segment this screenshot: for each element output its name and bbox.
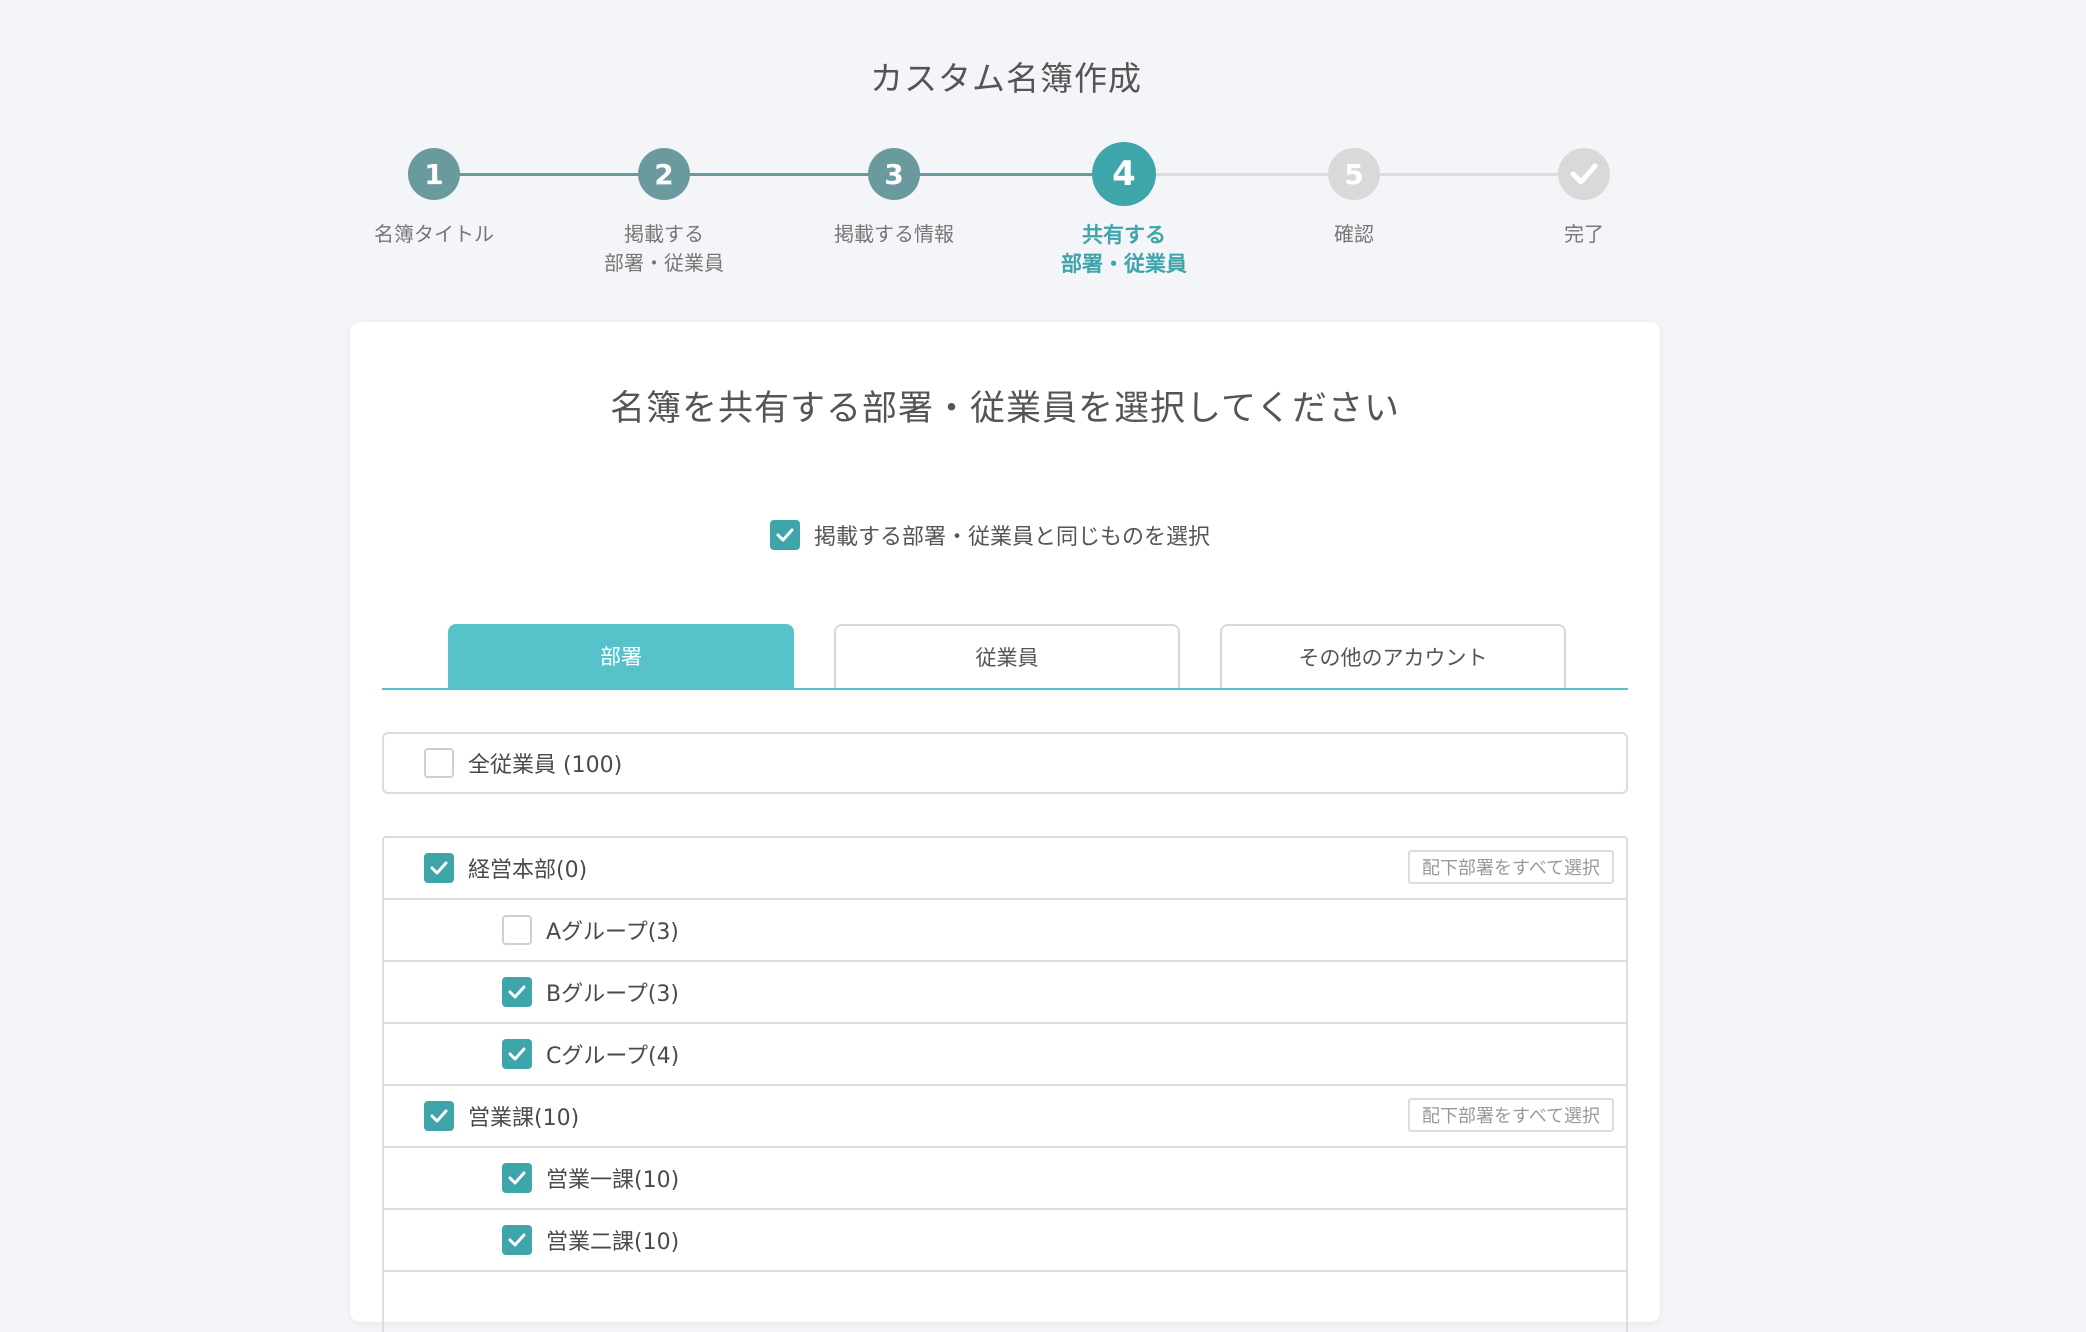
department-label: 営業課(10) [468,1106,580,1131]
same-as-listed-option[interactable]: 掲載する部署・従業員と同じものを選択 [770,518,1210,552]
step-6-circle [1558,148,1610,200]
department-label: 経営本部(0) [468,858,588,883]
all-employees-checkbox[interactable] [424,748,454,778]
step-connector [1124,173,1354,176]
check-icon [776,528,794,542]
step-6-label: 完了 [1564,222,1604,246]
all-employees-option[interactable]: 全従業員 (100) [382,732,1628,794]
list-item[interactable]: 営業二課(10) [384,1210,1626,1272]
check-icon [430,1109,448,1123]
department-checkbox[interactable] [502,1163,532,1193]
step-3-circle: 3 [868,148,920,200]
check-icon [508,1233,526,1247]
step-5-circle: 5 [1328,148,1380,200]
tab-departments[interactable]: 部署 [448,624,794,688]
department-label: Bグループ(3) [546,982,679,1007]
check-icon [508,1047,526,1061]
list-item [384,1272,1626,1332]
list-item[interactable]: 経営本部(0) 配下部署をすべて選択 [384,838,1626,900]
department-label: 営業一課(10) [546,1168,680,1193]
tab-underline [382,688,1628,690]
department-list: 経営本部(0) 配下部署をすべて選択 Aグループ(3) Bグループ(3) Cグル… [382,836,1628,1332]
select-all-subdepartments-button[interactable]: 配下部署をすべて選択 [1407,850,1614,884]
check-icon [508,1171,526,1185]
step-3-label: 掲載する情報 [834,222,954,246]
department-checkbox[interactable] [502,1039,532,1069]
list-item[interactable]: 営業課(10) 配下部署をすべて選択 [384,1086,1626,1148]
list-item[interactable]: Aグループ(3) [384,900,1626,962]
card-title: 名簿を共有する部署・従業員を選択してください [610,389,1400,429]
department-checkbox[interactable] [424,1101,454,1131]
list-item[interactable]: 営業一課(10) [384,1148,1626,1210]
all-employees-label: 全従業員 (100) [468,753,623,778]
check-icon [430,861,448,875]
step-2-label: 掲載する 部署・従業員 [604,222,724,275]
step-2-circle: 2 [638,148,690,200]
share-selection-card: 名簿を共有する部署・従業員を選択してください 掲載する部署・従業員と同じものを選… [350,322,1660,1332]
step-4-circle: 4 [1092,142,1156,206]
department-label: Aグループ(3) [546,920,679,945]
department-label: Cグループ(4) [546,1044,680,1069]
tab-employees[interactable]: 従業員 [834,624,1180,688]
step-connector [894,173,1124,176]
step-1-label: 名簿タイトル [374,222,494,246]
step-1-circle: 1 [408,148,460,200]
step-5-label: 確認 [1334,222,1374,246]
check-icon [508,985,526,999]
step-connector [664,173,894,176]
department-checkbox[interactable] [502,915,532,945]
department-checkbox[interactable] [424,853,454,883]
list-item[interactable]: Cグループ(4) [384,1024,1626,1086]
tab-other-accounts[interactable]: その他のアカウント [1220,624,1566,688]
select-all-subdepartments-button[interactable]: 配下部署をすべて選択 [1407,1098,1614,1132]
step-4-label: 共有する 部署・従業員 [1061,223,1187,276]
progress-stepper: 1 2 3 4 5 名簿タイトル 掲載する 部署・従業員 掲載する情報 共有する部… [0,0,2086,300]
step-connector [1354,173,1584,176]
same-as-listed-label: 掲載する部署・従業員と同じものを選択 [814,525,1211,550]
check-icon [1570,163,1598,185]
department-label: 営業二課(10) [546,1230,680,1255]
step-connector [434,173,664,176]
list-item[interactable]: Bグループ(3) [384,962,1626,1024]
department-checkbox[interactable] [502,977,532,1007]
department-checkbox[interactable] [502,1225,532,1255]
same-as-listed-checkbox[interactable] [770,520,800,550]
